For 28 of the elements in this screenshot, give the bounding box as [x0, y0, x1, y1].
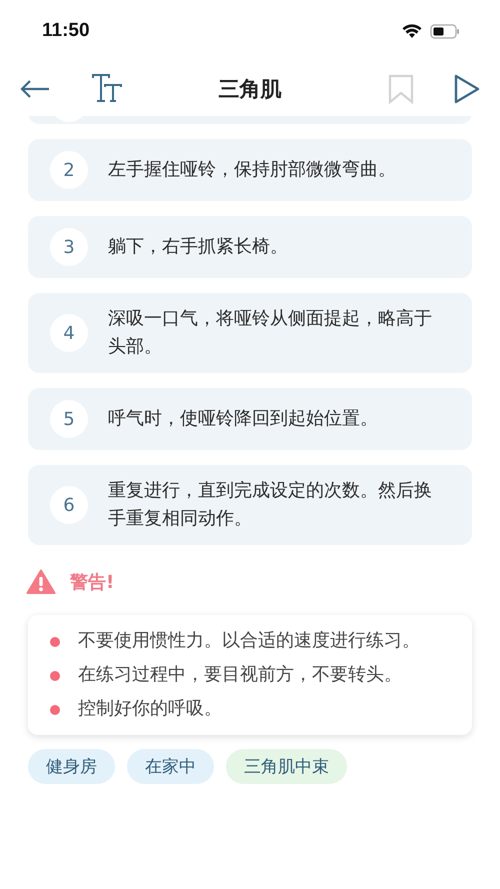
status-time: 11:50	[42, 20, 91, 42]
step-number: 6	[50, 486, 88, 524]
tag[interactable]: 在家中	[127, 749, 214, 784]
step-text: 重复进行，直到完成设定的次数。然后换手重复相同动作。	[108, 479, 433, 531]
bullet-dot	[50, 637, 60, 647]
play-icon[interactable]	[454, 74, 480, 104]
tag[interactable]: 健身房	[28, 749, 115, 784]
bullet-dot	[50, 671, 60, 681]
step-number: 2	[50, 151, 88, 189]
step-number: 4	[50, 314, 88, 352]
step-text: 左手握住哑铃，保持肘部微微弯曲。	[108, 158, 396, 182]
warning-text: 控制好你的呼吸。	[78, 697, 222, 721]
bullet-dot	[50, 705, 60, 715]
warning-title: 警告!	[70, 571, 114, 594]
tag[interactable]: 三角肌中束	[226, 749, 347, 784]
step-text: 呼气时，使哑铃降回到起始位置。	[108, 407, 378, 431]
warning-text: 不要使用惯性力。以合适的速度进行练习。	[78, 629, 420, 653]
battery-icon	[430, 24, 460, 38]
back-arrow-icon[interactable]	[20, 80, 50, 98]
step-text: 躺下，右手抓紧长椅。	[108, 235, 288, 259]
text-size-icon[interactable]	[92, 74, 122, 104]
wifi-icon	[402, 24, 422, 38]
page-title: 三角肌	[218, 76, 282, 103]
warning-text: 在练习过程中，要目视前方，不要转头。	[78, 663, 402, 687]
step-number: 3	[50, 228, 88, 266]
step-number: 5	[50, 400, 88, 438]
step-text: 深吸一口气，将哑铃从侧面提起，略高于头部。	[108, 307, 433, 359]
warning-icon	[26, 569, 56, 595]
